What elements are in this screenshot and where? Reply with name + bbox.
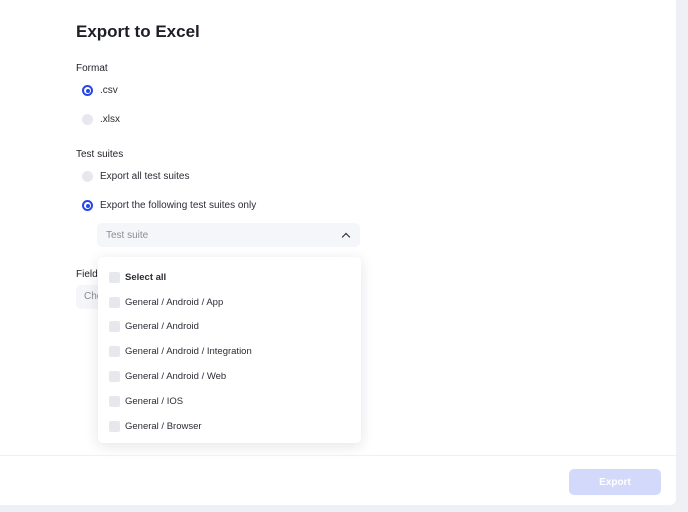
option-item[interactable]: General / Browser: [98, 414, 361, 439]
export-dialog: Export to Excel Format .csv .xlsx Test s…: [0, 0, 676, 505]
test-suites-label: Test suites: [76, 149, 124, 160]
test-suite-dropdown: Select all General / Android / App Gener…: [98, 257, 361, 443]
radio-selected-icon: [82, 200, 93, 211]
radio-label: .xlsx: [100, 114, 120, 125]
option-label: General / Browser: [125, 420, 202, 432]
chevron-up-icon: [341, 232, 351, 241]
dialog-title: Export to Excel: [76, 22, 200, 41]
checkbox-icon: [109, 395, 120, 407]
checkbox-icon: [109, 296, 120, 308]
radio-export-all[interactable]: Export all test suites: [82, 171, 189, 182]
radio-label: .csv: [100, 85, 118, 96]
export-button[interactable]: Export: [569, 469, 661, 495]
radio-unselected-icon: [82, 114, 93, 125]
option-select-all[interactable]: Select all: [98, 265, 361, 290]
option-label: Select all: [125, 271, 167, 283]
radio-unselected-icon: [82, 171, 93, 182]
option-label: General / Android / Integration: [125, 346, 252, 358]
radio-label: Export the following test suites only: [100, 200, 257, 211]
format-label: Format: [76, 63, 108, 74]
test-suite-select[interactable]: Test suite: [97, 223, 360, 247]
radio-export-following[interactable]: Export the following test suites only: [82, 200, 256, 211]
option-item[interactable]: General / Android: [98, 315, 361, 340]
select-placeholder: Test suite: [106, 229, 149, 241]
radio-label: Export all test suites: [100, 171, 190, 182]
checkbox-icon: [109, 321, 120, 333]
radio-xlsx[interactable]: .xlsx: [82, 114, 120, 125]
option-label: General / Android / App: [125, 296, 224, 308]
radio-selected-icon: [82, 85, 93, 96]
radio-csv[interactable]: .csv: [82, 85, 118, 96]
footer-divider: [0, 455, 676, 456]
checkbox-icon: [109, 420, 120, 432]
checkbox-icon: [109, 346, 120, 358]
option-label: General / Android / Web: [125, 371, 227, 383]
option-label: General / IOS: [125, 395, 184, 407]
checkbox-icon: [109, 271, 120, 283]
option-item[interactable]: General / Android / Integration: [98, 339, 361, 364]
option-item[interactable]: General / Android / Web: [98, 364, 361, 389]
option-item[interactable]: General / IOS: [98, 389, 361, 414]
checkbox-icon: [109, 371, 120, 383]
option-item[interactable]: General / Android / App: [98, 290, 361, 315]
option-label: General / Android: [125, 321, 199, 333]
